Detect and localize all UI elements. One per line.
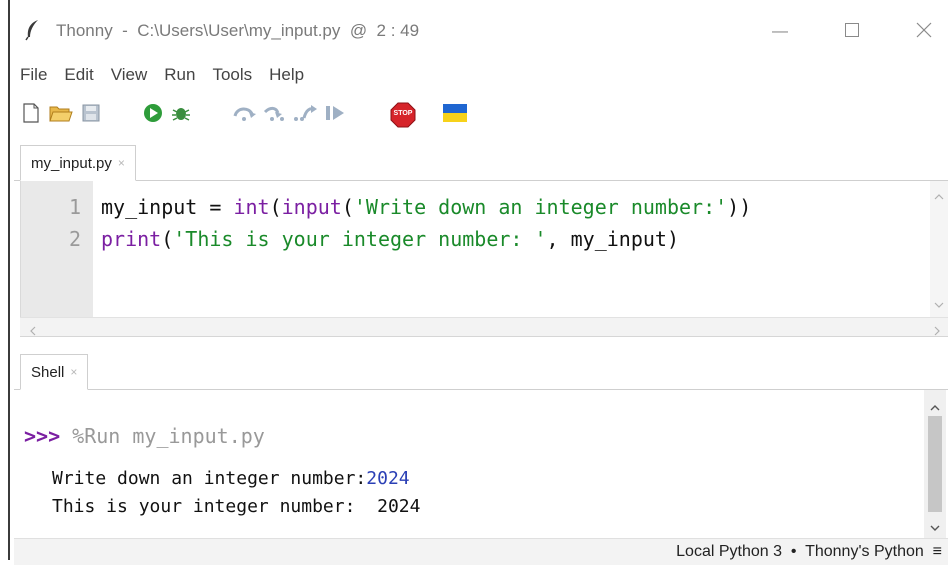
scrollbar-thumb[interactable] <box>928 416 942 512</box>
stop-icon: STOP <box>390 102 416 128</box>
tab-close-icon[interactable]: × <box>118 156 125 170</box>
ukraine-flag-button[interactable] <box>442 100 468 130</box>
status-bar: Local Python 3 • Thonny's Python ≡ <box>14 538 948 565</box>
menu-run[interactable]: Run <box>156 62 204 88</box>
scroll-left-icon[interactable] <box>30 323 36 341</box>
scroll-down-icon[interactable] <box>930 518 940 536</box>
open-folder-icon <box>49 103 73 128</box>
editor-tab-bar: my_input.py × <box>14 145 948 181</box>
new-file-icon <box>22 102 40 128</box>
title-bar: Thonny - C:\Users\User\my_input.py @ 2 :… <box>0 0 950 560</box>
save-icon <box>82 104 100 127</box>
open-file-button[interactable] <box>48 100 74 130</box>
shell-tab-bar: Shell × <box>14 354 948 390</box>
ukraine-flag-icon <box>443 103 467 128</box>
shell-output-line-1: Write down an integer number:2024 <box>52 468 410 489</box>
tab-close-icon[interactable]: × <box>70 365 77 379</box>
scroll-up-icon[interactable] <box>934 187 944 205</box>
step-out-button[interactable] <box>292 100 318 130</box>
line-number-gutter: 1 2 <box>21 181 93 317</box>
shell-command-line: >>> %Run my_input.py <box>24 424 265 448</box>
maximize-icon <box>845 22 859 42</box>
debug-icon <box>170 102 192 129</box>
tab-shell[interactable]: Shell × <box>20 354 89 390</box>
code-line-1: my_input = int(input('Write down an inte… <box>101 195 751 219</box>
tab-label: Shell <box>31 363 65 381</box>
save-button[interactable] <box>78 100 104 130</box>
editor-vertical-scrollbar[interactable] <box>930 181 948 317</box>
run-button[interactable] <box>140 100 166 130</box>
menu-help[interactable]: Help <box>261 62 313 88</box>
identifier: my_input <box>101 195 198 219</box>
menu-file[interactable]: File <box>14 62 56 88</box>
scroll-down-icon[interactable] <box>934 295 944 313</box>
menu-tools[interactable]: Tools <box>204 62 261 88</box>
close-window-button[interactable] <box>904 14 944 50</box>
thonny-feather-icon <box>24 19 42 46</box>
stop-button[interactable]: STOP <box>390 100 416 130</box>
debug-button[interactable] <box>168 100 194 130</box>
menu-edit[interactable]: Edit <box>56 62 102 88</box>
interpreter-status[interactable]: Local Python 3 • Thonny's Python ≡ <box>676 543 942 561</box>
resume-icon <box>324 104 346 127</box>
output-text: Write down an integer number: <box>52 468 367 489</box>
line-number: 1 <box>68 195 81 219</box>
paren: ( <box>269 195 282 219</box>
run-icon <box>143 103 163 128</box>
paren: ( <box>161 227 174 251</box>
scroll-up-icon[interactable] <box>930 398 940 416</box>
shell-output-line-2: This is your integer number: 2024 <box>52 496 421 517</box>
line-number: 2 <box>68 227 81 251</box>
tab-my-input-py[interactable]: my_input.py × <box>20 145 136 181</box>
paren: ) <box>666 227 680 251</box>
user-input-value: 2024 <box>366 468 410 489</box>
builtin-int: int <box>233 195 270 219</box>
maximize-button[interactable] <box>832 14 872 50</box>
step-over-button[interactable] <box>232 100 258 130</box>
shell-vertical-scrollbar[interactable] <box>924 390 946 538</box>
code-editor[interactable]: 1 2 my_input = int(input('Write down an … <box>20 181 948 317</box>
editor-horizontal-scrollbar[interactable] <box>20 317 948 337</box>
run-command: %Run my_input.py <box>60 424 265 448</box>
stop-label: STOP <box>393 110 413 117</box>
step-into-button[interactable] <box>262 100 288 130</box>
menu-view[interactable]: View <box>103 62 157 88</box>
shell-prompt: >>> <box>24 424 61 448</box>
scroll-right-icon[interactable] <box>934 323 940 341</box>
minimize-button[interactable]: — <box>760 14 800 50</box>
paren: ( <box>341 195 354 219</box>
string-literal: 'Write down an integer number:' <box>353 195 728 219</box>
new-file-button[interactable] <box>18 100 44 130</box>
paren: )) <box>727 195 752 219</box>
close-icon <box>916 22 932 43</box>
operator: = <box>197 195 234 219</box>
string-literal: 'This is your integer number: ' <box>173 227 547 251</box>
window-title: Thonny - C:\Users\User\my_input.py @ 2 :… <box>56 21 420 40</box>
code-line-2: print('This is your integer number: ', m… <box>101 227 679 251</box>
tab-label: my_input.py <box>31 154 112 172</box>
step-into-icon <box>262 104 288 127</box>
builtin-input: input <box>281 195 342 219</box>
menu-bar: File Edit View Run Tools Help <box>14 62 313 88</box>
shell-panel[interactable]: >>> %Run my_input.py Write down an integ… <box>20 390 948 538</box>
minimize-icon: — <box>772 23 788 40</box>
window-left-edge <box>8 0 10 560</box>
argument: , my_input <box>546 227 667 251</box>
step-over-icon <box>232 104 258 127</box>
resume-button[interactable] <box>322 100 348 130</box>
builtin-print: print <box>101 227 162 251</box>
step-out-icon <box>292 104 318 127</box>
